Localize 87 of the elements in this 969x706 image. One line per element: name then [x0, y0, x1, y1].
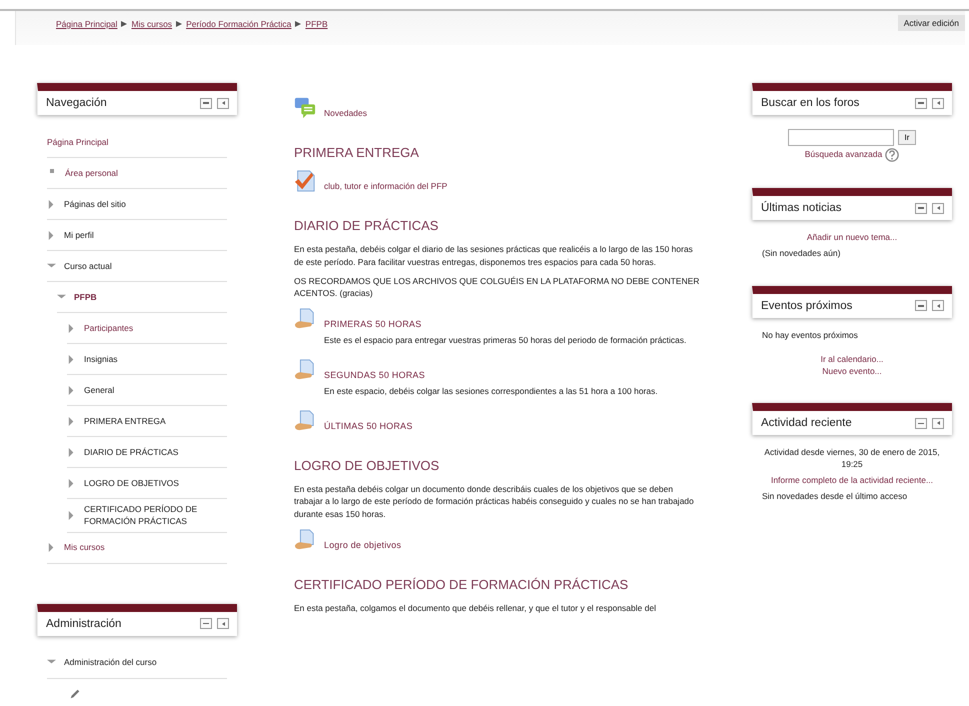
help-icon[interactable]	[885, 148, 900, 162]
activity-description: Este es el espacio para entregar vuestras primeras 50 horas del periodo de formación prácticas.	[324, 334, 688, 347]
dock-icon[interactable]	[217, 98, 229, 108]
checkmark-icon	[294, 170, 316, 192]
nav-link[interactable]: PFPB	[74, 290, 97, 304]
collapsed-arrow-icon[interactable]	[67, 510, 76, 520]
activity-link[interactable]: club, tutor e información del PFP	[324, 181, 448, 192]
section-heading: DIARIO DE PRÁCTICAS	[294, 218, 440, 233]
block-title: Buscar en los foros	[761, 97, 860, 109]
add-topic-link[interactable]: Añadir un nuevo tema...	[806, 232, 898, 244]
block-text: No hay eventos próximos	[762, 330, 859, 342]
nav-item[interactable]: LOGRO DE OBJETIVOS	[84, 476, 179, 490]
forum-icon	[294, 97, 316, 119]
block-title: Administración	[46, 618, 122, 630]
separator-icon	[121, 21, 128, 27]
section-summary: En esta pestaña, debéis colgar el diario de las sesiones prácticas que realicéis a lo largo de las 150 horas de este período. Para facilitar vuestras entregas, disponemos tres espacios para cada 50 horas.	[294, 243, 694, 268]
event-link[interactable]: Nuevo evento...	[822, 366, 882, 378]
dock-icon[interactable]	[932, 98, 944, 108]
nav-item[interactable]: PRIMERA ENTREGA	[84, 414, 166, 428]
minimize-icon[interactable]	[915, 202, 927, 214]
collapsed-arrow-icon[interactable]	[67, 324, 76, 332]
collapsed-arrow-icon[interactable]	[67, 448, 76, 456]
nav-link[interactable]: Participantes	[84, 322, 134, 334]
nav-link[interactable]: Página Principal	[47, 136, 108, 148]
pencil-icon	[69, 688, 81, 700]
section-summary: En esta pestaña, colgamos el documento que debéis rellenar, y que el tutor y el responsable del	[294, 602, 657, 614]
block-text: Sin novedades desde el último acceso	[762, 491, 908, 504]
dock-icon[interactable]	[217, 618, 229, 630]
block-title: Eventos próximos	[761, 300, 852, 312]
breadcrumb-link[interactable]: Mis cursos	[131, 19, 172, 29]
hand-document-icon	[294, 528, 316, 551]
search-button[interactable]: Ir	[898, 130, 916, 145]
recent-report-link[interactable]: Informe completo de la actividad reciente...	[770, 475, 934, 488]
section-summary: OS RECORDAMOS QUE LOS ARCHIVOS QUE COLGUÉIS EN LA PLATAFORMA NO DEBE CONTENER ACENTOS. (gracias)	[294, 274, 700, 300]
nav-link[interactable]: Mis cursos	[64, 541, 105, 554]
separator-icon	[295, 21, 302, 27]
activity-link[interactable]: Novedades	[324, 108, 368, 119]
collapsed-arrow-icon[interactable]	[67, 354, 76, 364]
section-heading: LOGRO DE OBJETIVOS	[294, 458, 440, 472]
section-heading: CERTIFICADO PERÍODO DE FORMACIÓN PRÁCTICAS	[294, 576, 630, 592]
minimize-icon[interactable]	[200, 98, 212, 108]
edit-button[interactable]: Activar edición	[898, 15, 965, 31]
collapsed-arrow-icon[interactable]	[67, 416, 76, 426]
dock-icon[interactable]	[932, 202, 944, 214]
bullet-icon	[50, 169, 54, 173]
collapsed-arrow-icon[interactable]	[47, 230, 56, 240]
nav-item[interactable]: Insignias	[84, 352, 118, 366]
hand-document-icon	[294, 358, 316, 381]
dock-icon[interactable]	[932, 418, 944, 429]
collapsed-arrow-icon[interactable]	[67, 478, 76, 488]
collapsed-arrow-icon[interactable]	[67, 386, 76, 394]
activity-description: En este espacio, debéis colgar las sesiones correspondientes a las 51 hora a 100 horas.	[324, 384, 659, 398]
minimize-icon[interactable]	[915, 98, 927, 108]
nav-item[interactable]: Mi perfil	[64, 228, 94, 242]
breadcrumb-link[interactable]: PFPB	[305, 19, 328, 29]
nav-link[interactable]: Área personal	[65, 166, 118, 180]
dock-icon[interactable]	[932, 300, 944, 312]
activity-link[interactable]: PRIMERAS 50 HORAS	[324, 319, 422, 330]
breadcrumb-link[interactable]: Página Principal	[56, 19, 118, 29]
event-link[interactable]: Ir al calendario...	[820, 354, 884, 366]
separator-icon	[176, 21, 182, 27]
nav-item[interactable]: Páginas del sitio	[64, 198, 126, 210]
block-title: Navegación	[46, 97, 107, 109]
minimize-icon[interactable]	[200, 618, 212, 630]
minimize-icon[interactable]	[915, 300, 927, 312]
hand-document-icon	[294, 308, 316, 330]
block-title: Actividad reciente	[761, 417, 852, 430]
nav-item[interactable]: General	[84, 384, 114, 396]
block-text: (Sin novedades aún)	[762, 248, 842, 260]
collapsed-arrow-icon[interactable]	[47, 200, 56, 208]
activity-link[interactable]: Logro de objetivos	[324, 540, 402, 551]
activity-link[interactable]: SEGUNDAS 50 HORAS	[324, 370, 425, 381]
minimize-icon[interactable]	[915, 418, 927, 429]
block-title: Últimas noticias	[761, 202, 842, 214]
nav-item[interactable]: Administración del curso	[64, 656, 157, 669]
activity-link[interactable]: ÚLTIMAS 50 HORAS	[324, 420, 413, 432]
advanced-search-link[interactable]: Búsqueda avanzada	[804, 149, 882, 161]
hand-document-icon	[294, 410, 316, 432]
nav-item[interactable]: CERTIFICADO PERÍODO DE FORMACIÓN PRÁCTICAS	[84, 503, 227, 528]
section-heading: PRIMERA ENTREGA	[294, 145, 420, 160]
collapsed-arrow-icon[interactable]	[47, 543, 56, 552]
search-field[interactable]	[788, 129, 894, 146]
section-summary: En esta pestaña debéis colgar un documento donde describáis cuales de los objetivos que se deben trabajar a lo largo de este período de formación prácticas habéis conseguido y cuales no se han trabajado durante esas 150 horas.	[294, 482, 695, 521]
activity-since: Actividad desde viernes, 30 de enero de 2015, 19:25	[763, 447, 941, 472]
nav-item[interactable]: Curso actual	[64, 260, 112, 272]
nav-item[interactable]: DIARIO DE PRÁCTICAS	[84, 446, 178, 458]
breadcrumb-link[interactable]: Período Formación Práctica	[186, 19, 292, 29]
